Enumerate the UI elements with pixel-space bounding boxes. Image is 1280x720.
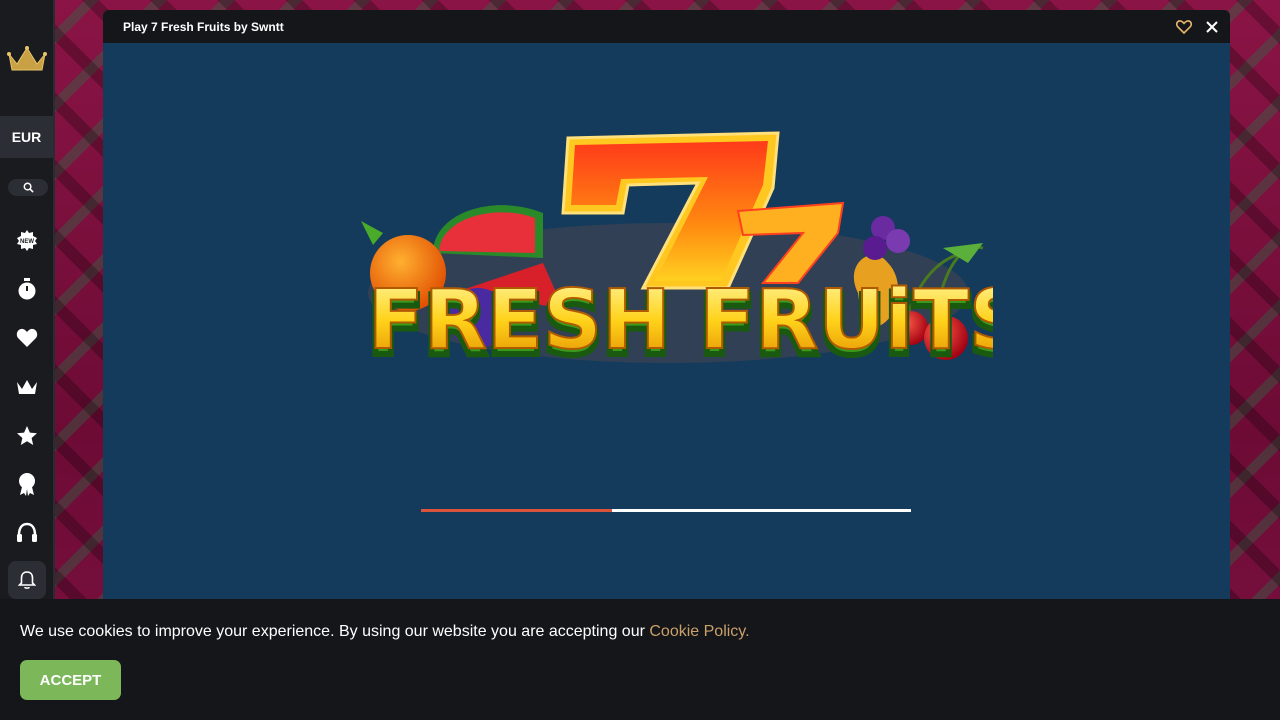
accept-button[interactable]: ACCEPT	[20, 660, 121, 700]
svg-text:NEW: NEW	[20, 239, 34, 245]
logo-text: FRESH FRUiTS	[368, 273, 993, 368]
loading-progress-bar	[421, 509, 911, 512]
close-icon[interactable]	[1206, 20, 1218, 33]
search-button[interactable]	[8, 179, 48, 196]
search-icon	[23, 182, 34, 193]
loading-progress-fill	[421, 509, 613, 512]
game-title: Play 7 Fresh Fruits by Swntt	[123, 19, 284, 34]
cookie-message: We use cookies to improve your experienc…	[20, 623, 750, 641]
award-icon[interactable]	[14, 471, 40, 497]
sidebar: EUR NEW	[0, 0, 55, 600]
game-titlebar: Play 7 Fresh Fruits by Swntt	[103, 10, 1230, 43]
headset-icon[interactable]	[14, 520, 40, 546]
heart-icon[interactable]	[14, 325, 40, 351]
currency-label: EUR	[11, 129, 42, 145]
game-window: Play 7 Fresh Fruits by Swntt FRESH FRUiT…	[103, 10, 1230, 600]
crown-logo-icon[interactable]	[7, 44, 47, 74]
star-icon[interactable]	[14, 423, 40, 449]
stopwatch-icon[interactable]	[14, 276, 40, 302]
new-badge-icon[interactable]: NEW	[14, 227, 40, 253]
game-canvas[interactable]: FRESH FRUiTS FRESH FRUiTS	[103, 43, 1230, 600]
crown-icon[interactable]	[14, 374, 40, 400]
cookie-text: We use cookies to improve your experienc…	[20, 623, 650, 640]
bell-icon	[18, 571, 36, 589]
game-logo: FRESH FRUiTS FRESH FRUiTS	[361, 131, 993, 373]
cookie-policy-link[interactable]: Cookie Policy.	[649, 623, 749, 640]
favorite-heart-icon[interactable]	[1176, 19, 1192, 34]
cookie-banner: We use cookies to improve your experienc…	[0, 599, 1280, 720]
currency-selector[interactable]: EUR	[0, 116, 53, 158]
notifications-button[interactable]	[8, 561, 46, 599]
